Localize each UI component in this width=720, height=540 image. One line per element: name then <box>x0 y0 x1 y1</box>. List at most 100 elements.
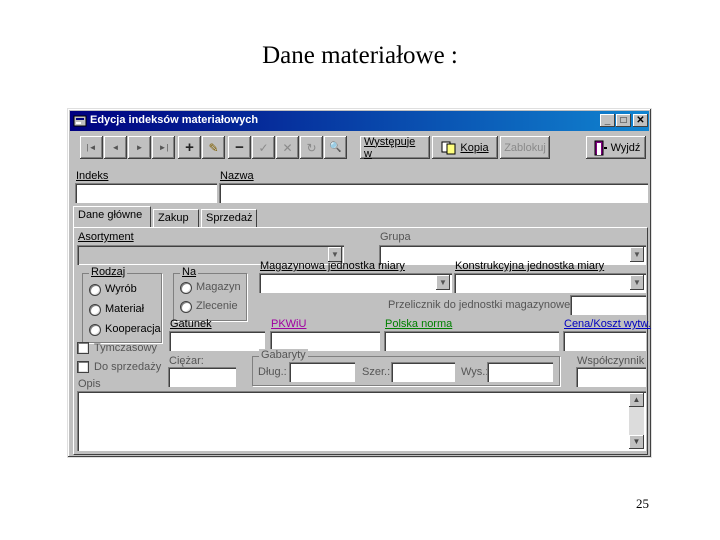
radio-label: Wyrób <box>105 283 137 295</box>
gabaryty-group: Gabaryty Dług.: Szer.: Wys.: <box>252 349 560 386</box>
wyjdz-label: Wyjdź <box>610 141 641 154</box>
scroll-up-icon[interactable]: ▲ <box>629 393 644 407</box>
radio-label: Zlecenie <box>196 300 238 312</box>
chevron-down-icon[interactable]: ▼ <box>630 247 644 262</box>
kopia-label: Kopia <box>460 141 489 154</box>
chevron-down-icon[interactable]: ▼ <box>630 275 644 290</box>
prev-record-button[interactable]: ◄ <box>104 136 127 159</box>
last-record-button[interactable]: ►| <box>152 136 175 159</box>
radio-magazyn[interactable] <box>180 282 192 294</box>
indeks-label: Indeks <box>76 170 109 182</box>
binoculars-icon: 🔍 <box>329 142 342 153</box>
next-record-button[interactable]: ► <box>128 136 151 159</box>
tymczasowy-checkbox[interactable] <box>77 342 89 354</box>
wspolczynnik-label: Współczynnik <box>577 355 645 367</box>
radio-material[interactable] <box>89 304 101 316</box>
accept-button[interactable]: ✓ <box>252 136 275 159</box>
wys-label: Wys.: <box>461 366 489 378</box>
first-icon: |◄ <box>86 143 97 152</box>
radio-wyrob[interactable] <box>89 284 101 296</box>
wys-input[interactable] <box>487 362 553 382</box>
toolbar: |◄ ◄ ► ►| + ✎ − ✓ ✕ ↻ 🔍 Występuje w Kopi… <box>76 135 646 163</box>
radio-label: Magazyn <box>196 281 241 293</box>
window-title: Edycja indeksów materiałowych <box>90 114 259 126</box>
na-title: Na <box>180 266 199 278</box>
gatunek-input[interactable] <box>169 331 265 351</box>
first-record-button[interactable]: |◄ <box>80 136 103 159</box>
kopia-button[interactable]: Kopia <box>432 136 498 159</box>
przelicznik-input[interactable] <box>570 295 646 315</box>
na-group: Na Magazyn Zlecenie <box>173 266 247 321</box>
asortyment-label: Asortyment <box>78 231 134 243</box>
nazwa-label: Nazwa <box>220 170 254 182</box>
plus-icon: + <box>185 139 194 156</box>
radio-label: Materiał <box>105 303 145 315</box>
refresh-icon: ↻ <box>306 140 317 155</box>
dlug-input[interactable] <box>289 362 355 382</box>
dlug-label: Dług.: <box>258 366 287 378</box>
find-button[interactable]: 🔍 <box>324 136 347 159</box>
gatunek-label: Gatunek <box>170 318 212 330</box>
mag-jm-select[interactable]: ▼ <box>259 273 452 293</box>
polska-norma-input[interactable] <box>384 331 559 351</box>
maximize-button[interactable]: □ <box>616 114 631 127</box>
copy-icon <box>441 141 456 154</box>
gabaryty-title: Gabaryty <box>259 349 308 361</box>
tab-sprzedaz[interactable]: Sprzedaż <box>201 209 257 227</box>
title-bar[interactable]: Edycja indeksów materiałowych _ □ ✕ <box>70 111 649 131</box>
opis-scrollbar[interactable]: ▲ ▼ <box>629 393 644 449</box>
wyjdz-button[interactable]: Wyjdź <box>586 136 646 159</box>
refresh-button[interactable]: ↻ <box>300 136 323 159</box>
radio-kooperacja[interactable] <box>89 324 101 336</box>
konstr-jm-label: Konstrukcyjna jednostka miary <box>455 260 605 272</box>
polska-norma-label: Polska norma <box>385 318 453 330</box>
minus-icon: − <box>235 139 244 156</box>
chevron-down-icon[interactable]: ▼ <box>436 275 450 290</box>
tab-label: Zakup <box>158 212 189 224</box>
tab-zakup[interactable]: Zakup <box>153 209 199 227</box>
nazwa-input[interactable] <box>219 183 648 203</box>
zablokuj-label: Zablokuj <box>504 141 546 154</box>
form-app-icon <box>73 115 87 127</box>
cancel-x-icon: ✕ <box>282 140 293 155</box>
check-icon: ✓ <box>258 140 269 155</box>
slide-title: Dane materiałowe : <box>262 42 458 69</box>
przelicznik-label: Przelicznik do jednostki magazynowej: <box>388 299 576 311</box>
cancel-button[interactable]: ✕ <box>276 136 299 159</box>
page-number: 25 <box>636 496 649 511</box>
app-window: Edycja indeksów materiałowych _ □ ✕ |◄ ◄… <box>67 108 652 458</box>
edit-button[interactable]: ✎ <box>202 136 225 159</box>
prev-icon: ◄ <box>111 143 120 152</box>
exit-door-icon <box>594 140 607 155</box>
do-sprzedazy-checkbox[interactable] <box>77 361 89 373</box>
wystepuje-w-button[interactable]: Występuje w <box>360 136 430 160</box>
rodzaj-group: Rodzaj Wyrób Materiał Kooperacja <box>82 266 162 343</box>
close-button[interactable]: ✕ <box>633 114 648 127</box>
ciezar-input[interactable] <box>168 367 236 387</box>
delete-button[interactable]: − <box>228 136 251 159</box>
szer-label: Szer.: <box>362 366 391 378</box>
do-sprzedazy-label: Do sprzedaży <box>94 361 162 373</box>
ciezar-label: Ciężar: <box>169 355 204 367</box>
zablokuj-button[interactable]: Zablokuj <box>500 136 550 159</box>
tab-label: Sprzedaż <box>206 212 253 224</box>
szer-input[interactable] <box>391 362 455 382</box>
tab-dane-glowne[interactable]: Dane główne <box>73 206 151 227</box>
pkwiu-label: PKWiU <box>271 318 307 330</box>
wspolczynnik-input[interactable] <box>576 367 646 387</box>
tymczasowy-label: Tymczasowy <box>94 342 157 354</box>
grupa-label: Grupa <box>380 231 411 243</box>
pkwiu-input[interactable] <box>270 331 380 351</box>
cena-input[interactable] <box>563 331 646 351</box>
last-icon: ►| <box>158 143 169 152</box>
mag-jm-label: Magazynowa jednostka miary <box>260 260 405 272</box>
konstr-jm-select[interactable]: ▼ <box>454 273 646 293</box>
minimize-button[interactable]: _ <box>600 114 615 127</box>
opis-textarea[interactable]: ▲ ▼ <box>77 391 646 451</box>
radio-zlecenie[interactable] <box>180 301 192 313</box>
add-button[interactable]: + <box>178 136 201 159</box>
indeks-input[interactable] <box>75 183 217 203</box>
cena-label: Cena/Koszt wytw. <box>564 318 651 330</box>
scroll-down-icon[interactable]: ▼ <box>629 435 644 449</box>
tab-panel-dane-glowne: Asortyment ▼ Grupa ▼ Rodzaj Wyrób Materi… <box>73 227 651 455</box>
